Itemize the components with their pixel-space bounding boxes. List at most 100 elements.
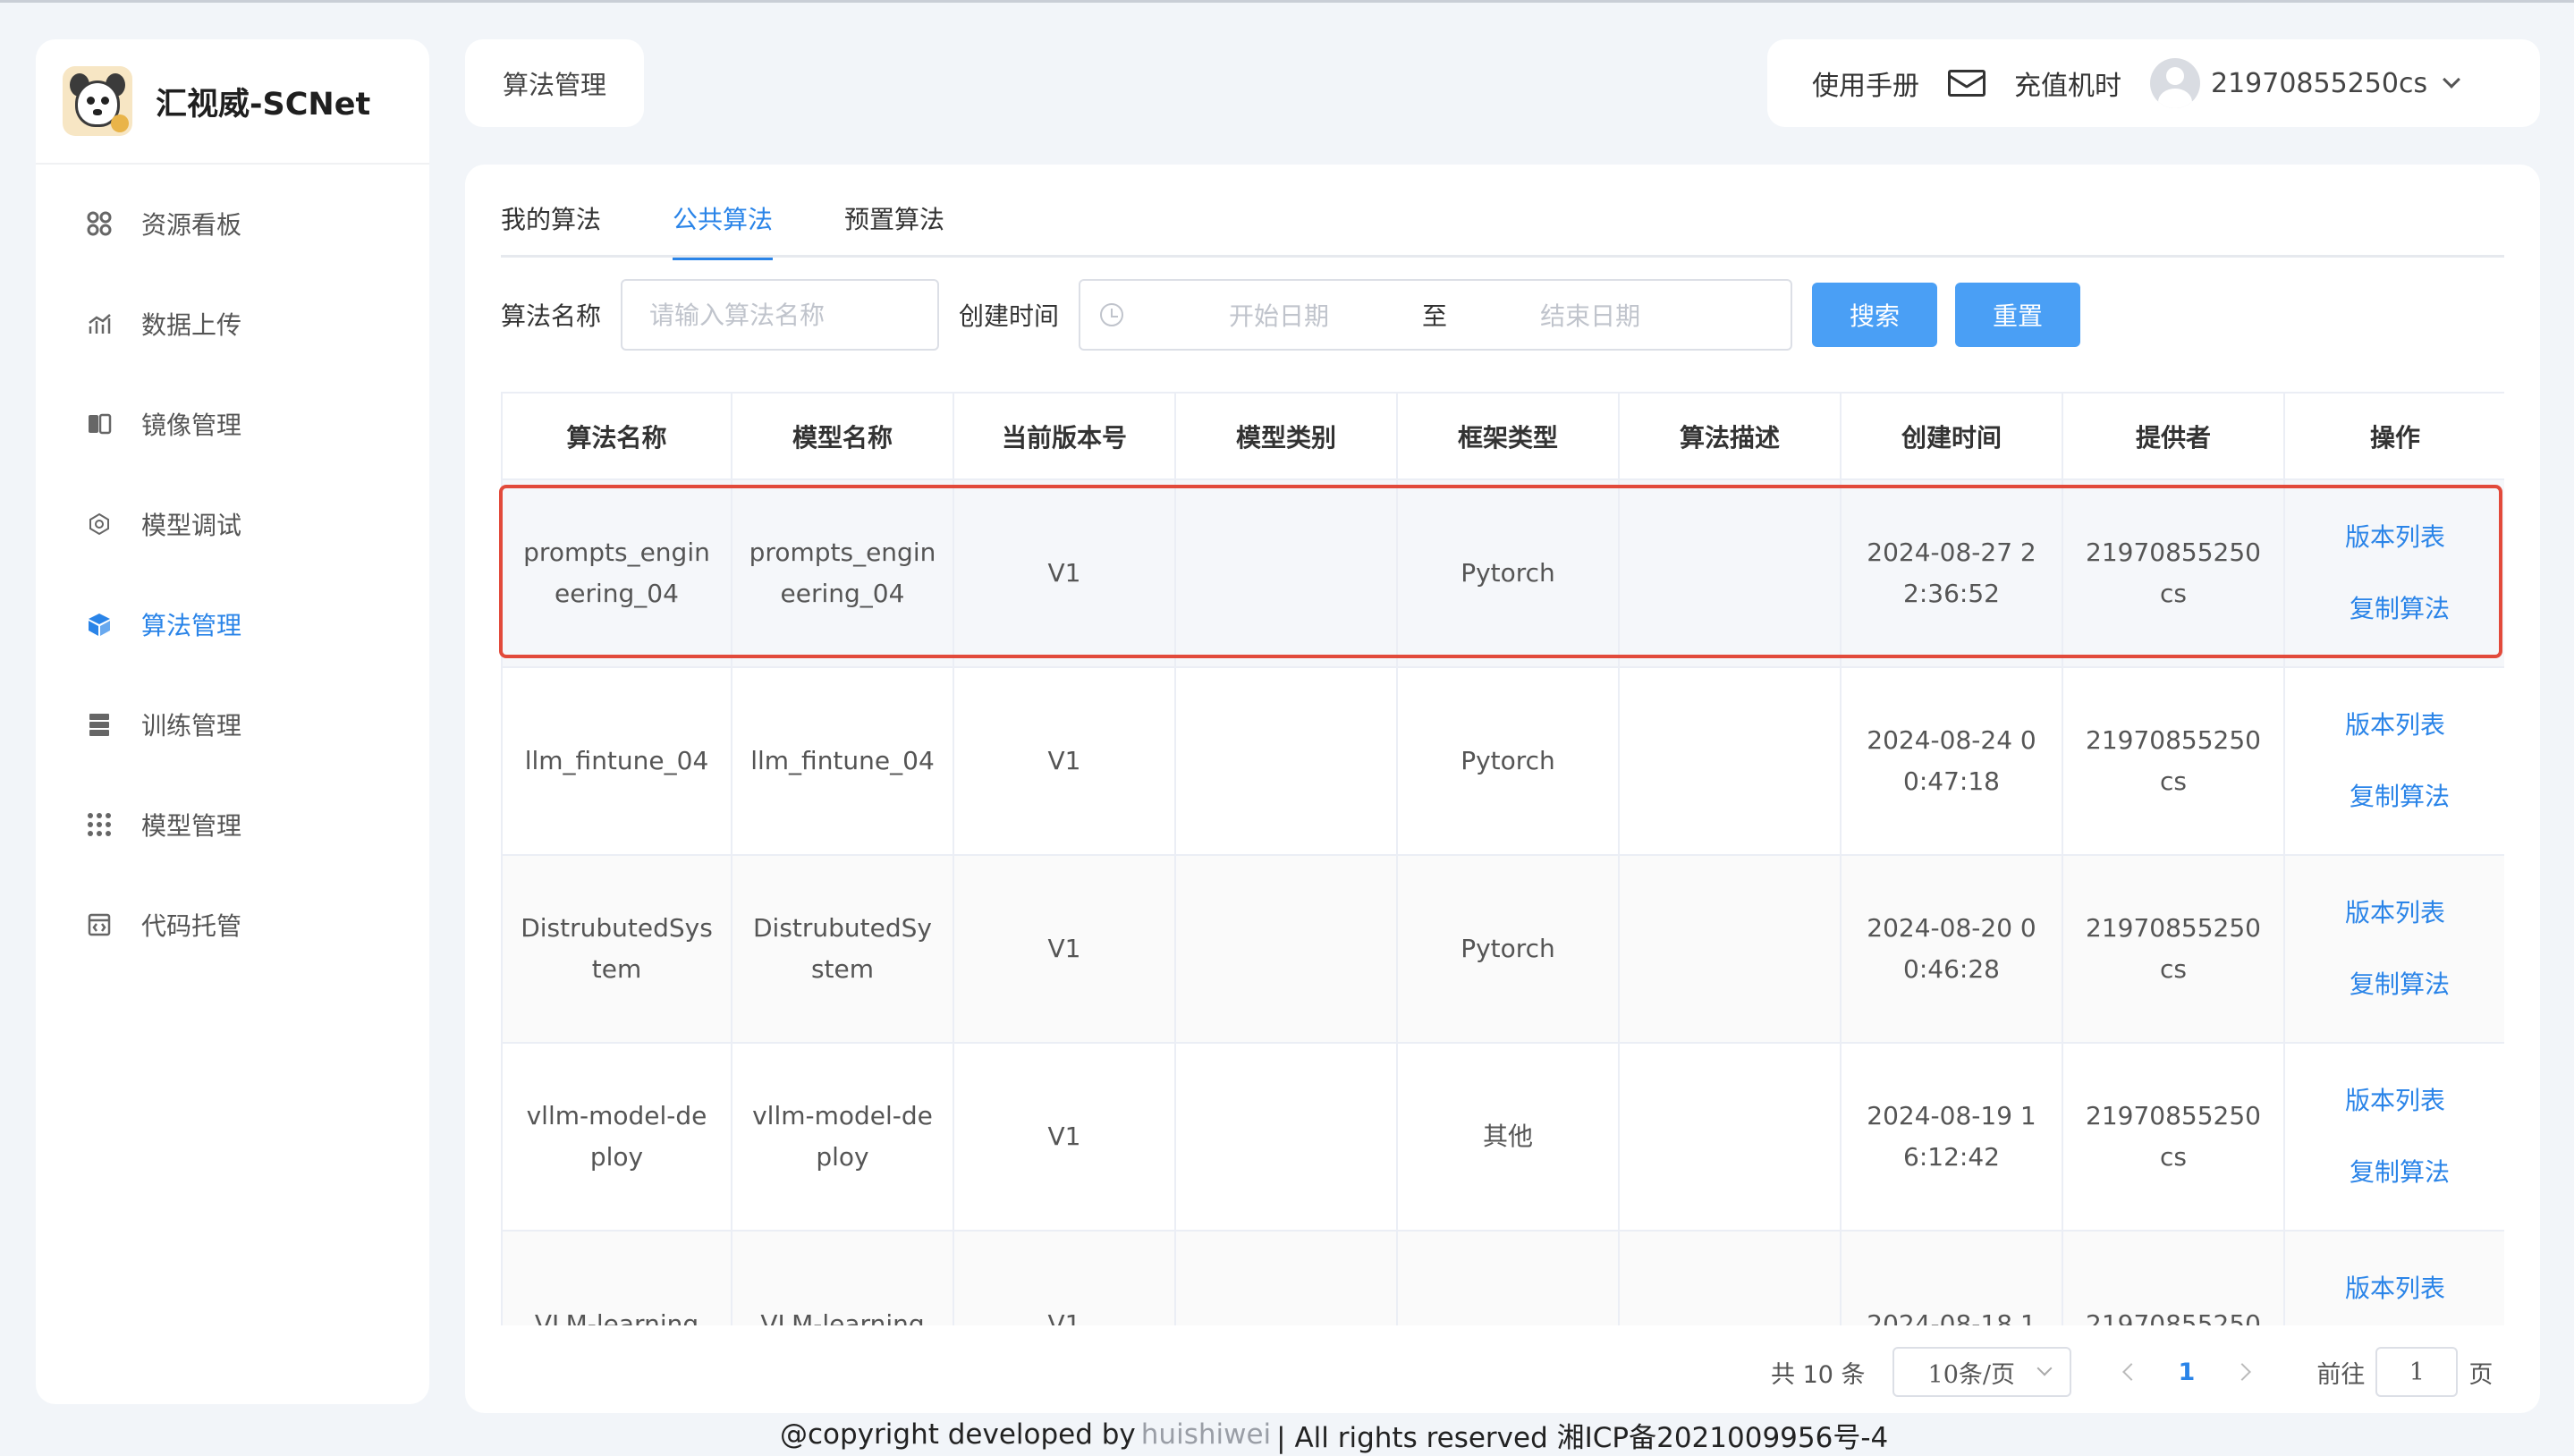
brand[interactable]: 汇视威-SCNet [36, 39, 429, 165]
cell-name: llm_fintune_04 [503, 667, 732, 856]
cell-created: 2024-08-19 16:12:42 [1841, 1043, 2063, 1232]
range-separator: 至 [1422, 301, 1448, 331]
username[interactable]: 21970855250cs [2211, 68, 2427, 99]
start-date-input[interactable]: 开始日期 [1229, 297, 1329, 333]
column-header: 提供者 [2062, 394, 2285, 480]
column-header: 创建时间 [1841, 394, 2063, 480]
cell-category [1175, 1231, 1398, 1325]
cell-framework: Pytorch [1397, 667, 1620, 856]
goto-page-input[interactable] [2375, 1347, 2459, 1397]
sidebar-item-label: 数据上传 [141, 310, 242, 340]
avatar[interactable] [2150, 58, 2200, 108]
brand-name: 汇视威-SCNet [156, 86, 371, 123]
end-date-input[interactable]: 结束日期 [1540, 297, 1640, 333]
sidebar-item-1[interactable]: 数据上传 [36, 274, 429, 374]
page-size-select[interactable]: 10条/页 [1892, 1347, 2071, 1397]
sidebar-item-5[interactable]: 训练管理 [36, 674, 429, 775]
sidebar-item-4[interactable]: 算法管理 [36, 574, 429, 674]
table-row: llm_fintune_04 llm_fintune_04 V1 Pytorch 202… [503, 667, 2504, 856]
footer: @copyright developed by huishiwei | All … [780, 1413, 1888, 1456]
sidebar-item-7[interactable]: 代码托管 [36, 875, 429, 975]
tab-0[interactable]: 我的算法 [501, 202, 601, 258]
version-list-link[interactable]: 版本列表 [2345, 705, 2445, 746]
cell-name: DistrubutedSystem [503, 855, 732, 1044]
sidebar-item-3[interactable]: 模型调试 [36, 474, 429, 574]
cell-version: V1 [953, 855, 1176, 1044]
sidebar-item-label: 模型调试 [141, 511, 242, 540]
cell-provider: 21970855250 [2062, 1231, 2285, 1325]
chevron-left-icon[interactable] [2121, 1363, 2140, 1381]
cell-name: prompts_engineering_04 [503, 479, 732, 668]
tab-bar: 我的算法 公共算法 预置算法 [501, 202, 2504, 260]
breadcrumb-label: 算法管理 [502, 70, 606, 100]
version-list-link[interactable]: 版本列表 [2345, 1080, 2445, 1122]
server-icon [86, 711, 113, 738]
page-number-current[interactable]: 1 [2179, 1359, 2196, 1386]
manual-link[interactable]: 使用手册 [1812, 63, 1919, 103]
mail-icon[interactable] [1948, 70, 1986, 97]
mirror-icon [86, 411, 113, 437]
table-header: 算法名称 模型名称 当前版本号 模型类别 框架类型 算法描述 创建时间 提供者 操作 [503, 394, 2504, 480]
copy-algorithm-link[interactable]: 复制算法 [2350, 776, 2450, 817]
sidebar-item-label: 算法管理 [141, 611, 242, 640]
table-row: VLM-learning VLM-learning V1 2024-08-18 1 21… [503, 1231, 2504, 1325]
version-list-link[interactable]: 版本列表 [2345, 893, 2445, 934]
version-list-link[interactable]: 版本列表 [2345, 517, 2445, 558]
cell-framework: Pytorch [1397, 479, 1620, 668]
cell-created: 2024-08-18 1 [1841, 1231, 2063, 1325]
chevron-down-icon[interactable] [2443, 71, 2460, 89]
pagination-total: 共 10 条 [1771, 1360, 1866, 1389]
cell-framework [1397, 1231, 1620, 1325]
cell-framework: 其他 [1397, 1043, 1620, 1232]
version-list-link[interactable]: 版本列表 [2345, 1268, 2445, 1309]
table-body: prompts_engineering_04 prompts_engineerin… [503, 479, 2504, 1325]
cell-created: 2024-08-20 00:46:28 [1841, 855, 2063, 1044]
cell-actions: 版本列表复制算法 [2284, 1231, 2504, 1325]
main-card: 我的算法 公共算法 预置算法 算法名称 创建时间 开始日期 至 结束日期 搜索 重置… [465, 165, 2540, 1413]
grid-icon [86, 210, 113, 237]
page-size-value: 10条/页 [1927, 1360, 2015, 1389]
name-filter-label: 算法名称 [501, 301, 602, 331]
cell-provider: 21970855250cs [2062, 1043, 2285, 1232]
sidebar-item-label: 训练管理 [141, 711, 242, 741]
copy-algorithm-link[interactable]: 复制算法 [2350, 588, 2450, 630]
cell-desc [1619, 667, 1842, 856]
tab-1[interactable]: 公共算法 [673, 202, 774, 260]
chart-icon [86, 310, 113, 337]
cell-category [1175, 667, 1398, 856]
column-header: 当前版本号 [953, 394, 1176, 480]
cube-icon [86, 611, 113, 638]
time-filter-label: 创建时间 [959, 301, 1060, 331]
sidebar: 汇视威-SCNet 资源看板数据上传镜像管理模型调试算法管理训练管理模型管理代码… [36, 39, 429, 1404]
table-row: prompts_engineering_04 prompts_engineerin… [503, 479, 2504, 668]
cell-desc [1619, 855, 1842, 1044]
header-toolbar: 使用手册 充值机时 21970855250cs [1767, 39, 2540, 127]
tab-2[interactable]: 预置算法 [844, 202, 944, 258]
reset-button[interactable]: 重置 [1955, 283, 2081, 347]
cell-created: 2024-08-27 22:36:52 [1841, 479, 2063, 668]
code-icon [86, 911, 113, 938]
cell-name: VLM-learning [503, 1231, 732, 1325]
date-range-picker[interactable]: 开始日期 至 结束日期 [1079, 279, 1793, 351]
sidebar-item-0[interactable]: 资源看板 [36, 174, 429, 274]
cell-desc [1619, 479, 1842, 668]
cell-model: vllm-model-deploy [732, 1043, 954, 1232]
footer-developer-link[interactable]: huishiwei [1141, 1418, 1271, 1451]
copy-algorithm-link[interactable]: 复制算法 [2350, 964, 2450, 1005]
copy-algorithm-link[interactable]: 复制算法 [2350, 1152, 2450, 1193]
top-border [0, 0, 2574, 3]
recharge-link[interactable]: 充值机时 [2014, 63, 2121, 103]
cell-desc [1619, 1043, 1842, 1232]
cell-provider: 21970855250cs [2062, 855, 2285, 1044]
chevron-right-icon[interactable] [2233, 1363, 2252, 1381]
sidebar-item-label: 资源看板 [141, 210, 242, 240]
search-button[interactable]: 搜索 [1812, 283, 1938, 347]
sidebar-item-2[interactable]: 镜像管理 [36, 374, 429, 474]
sidebar-item-label: 代码托管 [141, 911, 242, 941]
sidebar-item-6[interactable]: 模型管理 [36, 775, 429, 875]
column-header: 模型类别 [1175, 394, 1398, 480]
goto-label: 前往 [2316, 1360, 2366, 1389]
column-header: 算法描述 [1619, 394, 1842, 480]
clock-icon [1100, 303, 1124, 326]
algorithm-name-input[interactable] [621, 279, 940, 351]
